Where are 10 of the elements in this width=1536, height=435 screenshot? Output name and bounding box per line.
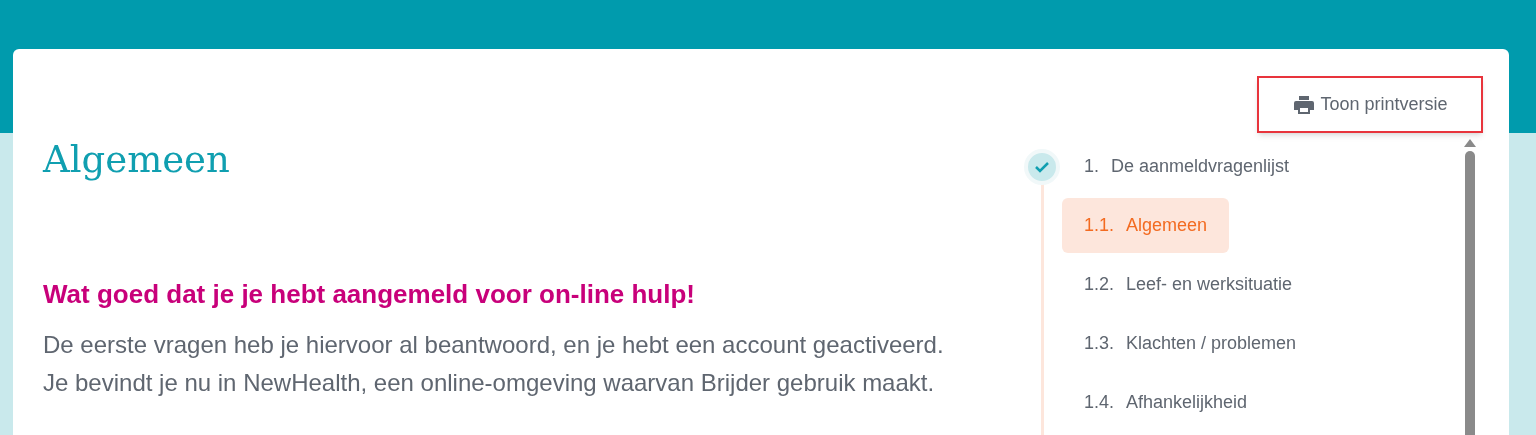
step-item[interactable]: 1.3. Klachten / problemen: [1062, 316, 1319, 371]
page-title: Algemeen: [43, 137, 231, 183]
scrollbar[interactable]: [1463, 139, 1477, 435]
step-item[interactable]: 1. De aanmeldvragenlijst: [1062, 139, 1312, 194]
scroll-up-icon[interactable]: [1464, 139, 1476, 147]
intro-paragraph: De eerste vragen heb je hiervoor al beantwoord, en je hebt een account geactiveerd. Je bevindt je nu in NewHealth, een online-omgeving waarvan Brijder gebruik maakt.: [43, 330, 945, 399]
intro-heading: Wat goed dat je je hebt aangemeld voor on-line hulp!: [43, 278, 696, 312]
step-item[interactable]: 1.4. Afhankelijkheid: [1062, 375, 1270, 430]
step-item[interactable]: 1.2. Leef- en werksituatie: [1062, 257, 1315, 312]
print-button[interactable]: Toon printversie: [1257, 76, 1483, 133]
